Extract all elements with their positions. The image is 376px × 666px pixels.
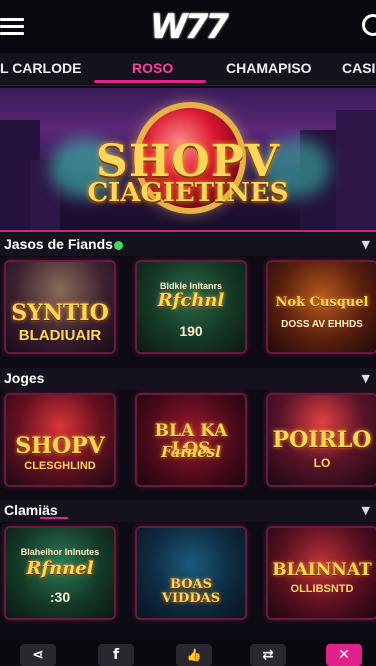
game-card[interactable]: Blaheihor Inlnutes Rfnnel :30 bbox=[4, 526, 116, 620]
game-card[interactable]: POIRLO LO bbox=[266, 393, 376, 487]
card-subtitle: BLADIUAIR bbox=[18, 327, 102, 344]
card-title: Nok Cusquel bbox=[275, 295, 369, 310]
tab-carlode[interactable]: L CARLODE bbox=[0, 53, 81, 83]
card-caption: Blaheihor Inlnutes bbox=[20, 547, 100, 557]
tab-champaiso[interactable]: CHAMAPISO bbox=[226, 53, 312, 83]
chevron-down-icon[interactable]: ▼ bbox=[362, 372, 370, 385]
thumbs-up-icon[interactable]: 👍 bbox=[176, 644, 212, 666]
game-card[interactable]: BLA KA LOS Fainesl bbox=[135, 393, 247, 487]
game-card[interactable]: Bldkle Inltanrs Rfchnl 190 bbox=[135, 260, 247, 354]
game-card[interactable]: BOAS VIDDAS bbox=[135, 526, 247, 620]
game-card[interactable]: Nok Cusquel DOSS AV EHHDS bbox=[266, 260, 376, 354]
tab-roso[interactable]: ROSO bbox=[132, 53, 173, 83]
banner-subtitle: CIAGIETINES bbox=[87, 178, 289, 208]
card-subtitle: DOSS AV EHHDS bbox=[281, 319, 363, 330]
app-logo[interactable]: W77 bbox=[150, 7, 229, 47]
user-icon[interactable] bbox=[362, 14, 376, 36]
card-subtitle: CLESGHLIND bbox=[24, 460, 96, 472]
card-subtitle: LO bbox=[313, 456, 331, 470]
card-title: BIAINNAT bbox=[272, 560, 372, 580]
card-title: Rfchnl bbox=[157, 290, 225, 311]
section-title: Joges bbox=[4, 370, 45, 386]
card-title: SYNTIO bbox=[11, 300, 109, 326]
card-subtitle: OLLIBSNTD bbox=[290, 583, 354, 595]
game-card[interactable]: SHOPV CLESGHLIND bbox=[4, 393, 116, 487]
game-card[interactable]: SYNTIO BLADIUAIR bbox=[4, 260, 116, 354]
chevron-down-icon[interactable]: ▼ bbox=[362, 238, 370, 251]
bottom-nav: ⋖ f 👍 ⇄ ✕ bbox=[0, 640, 376, 666]
top-bar: W77 bbox=[0, 0, 376, 53]
live-indicator bbox=[114, 241, 123, 250]
card-subtitle: :30 bbox=[49, 589, 71, 605]
tab-casino[interactable]: CASI bbox=[342, 53, 375, 83]
section-header[interactable]: Jasos de Fiands ▼ bbox=[0, 234, 376, 256]
section-header[interactable]: Joges ▼ bbox=[0, 368, 376, 390]
gift-icon[interactable]: ✕ bbox=[326, 644, 362, 666]
refresh-icon[interactable]: ⇄ bbox=[250, 644, 286, 666]
share-icon[interactable]: ⋖ bbox=[20, 644, 56, 666]
active-tab-indicator bbox=[94, 80, 206, 83]
section-title: Clamiäs bbox=[4, 502, 58, 518]
section-indicator bbox=[40, 517, 68, 519]
facebook-icon[interactable]: f bbox=[98, 644, 134, 666]
menu-icon[interactable] bbox=[0, 14, 26, 38]
card-subtitle: Fainesl bbox=[161, 443, 221, 461]
card-title: BOAS VIDDAS bbox=[161, 577, 221, 606]
section-title: Jasos de Fiands bbox=[4, 236, 113, 252]
card-title: POIRLO bbox=[272, 427, 372, 453]
chevron-down-icon[interactable]: ▼ bbox=[362, 504, 370, 517]
card-title: Rfnnel bbox=[26, 558, 94, 579]
category-tabs: L CARLODE ROSO CHAMAPISO CASI bbox=[0, 53, 376, 86]
card-title: SHOPV bbox=[15, 433, 105, 459]
game-card[interactable]: BIAINNAT OLLIBSNTD bbox=[266, 526, 376, 620]
card-subtitle: 190 bbox=[179, 323, 203, 339]
